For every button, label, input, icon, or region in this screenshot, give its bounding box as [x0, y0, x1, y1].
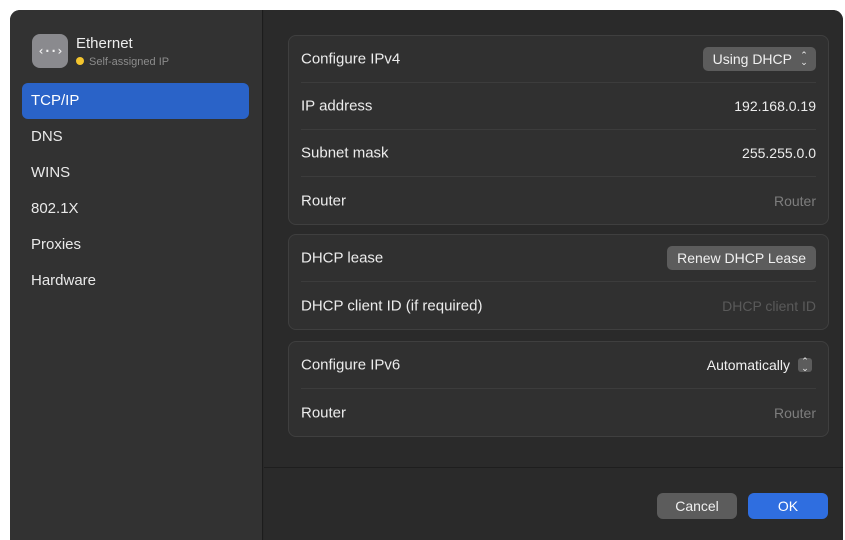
subnet-mask-row: Subnet mask 255.255.0.0 [301, 130, 816, 177]
ipv6-group: Configure IPv6 Automatically ⌃ ⌄ Router [288, 341, 829, 437]
ipv4-group: Configure IPv4 Using DHCP ⌃ ⌄ IP address … [288, 35, 829, 225]
network-title: Ethernet [76, 35, 133, 52]
ok-button[interactable]: OK [748, 493, 828, 519]
dhcp-group: DHCP lease Renew DHCP Lease DHCP client … [288, 234, 829, 330]
sidebar-item-hardware[interactable]: Hardware [22, 263, 249, 299]
network-settings-window: ‹··› Ethernet Self-assigned IP TCP/IP DN… [10, 10, 843, 540]
dhcp-client-id-field[interactable] [576, 297, 816, 314]
subnet-mask-label: Subnet mask [301, 144, 389, 162]
ipv6-router-field[interactable] [576, 404, 816, 421]
network-status-text: Self-assigned IP [89, 56, 170, 68]
configure-ipv4-row: Configure IPv4 Using DHCP ⌃ ⌄ [301, 36, 816, 83]
ip-address-label: IP address [301, 97, 373, 115]
ethernet-icon: ‹··› [32, 34, 68, 68]
ipv4-router-label: Router [301, 192, 347, 209]
sidebar-item-tcpip[interactable]: TCP/IP [22, 83, 249, 119]
network-status: Self-assigned IP [76, 56, 169, 68]
footer-divider [264, 467, 843, 468]
sidebar-item-proxies[interactable]: Proxies [22, 227, 249, 263]
chevron-updown-icon: ⌃ ⌄ [798, 357, 812, 373]
status-dot-icon [76, 57, 84, 65]
sidebar-item-8021x[interactable]: 802.1X [22, 191, 249, 227]
configure-ipv6-row: Configure IPv6 Automatically ⌃ ⌄ [301, 342, 816, 389]
renew-dhcp-lease-button[interactable]: Renew DHCP Lease [667, 246, 816, 270]
configure-ipv6-label: Configure IPv6 [301, 356, 401, 374]
ip-address-value: 192.168.0.19 [734, 98, 816, 114]
main-panel: Configure IPv4 Using DHCP ⌃ ⌄ IP address … [264, 10, 843, 540]
configure-ipv4-label: Configure IPv4 [301, 50, 401, 68]
dhcp-lease-label: DHCP lease [301, 249, 384, 267]
chevron-updown-icon: ⌃ ⌄ [800, 50, 808, 67]
configure-ipv6-value: Automatically [706, 357, 790, 373]
sidebar: ‹··› Ethernet Self-assigned IP TCP/IP DN… [10, 10, 263, 540]
ipv6-router-label: Router [301, 404, 347, 421]
ipv4-router-field[interactable] [576, 192, 816, 209]
sidebar-item-wins[interactable]: WINS [22, 155, 249, 191]
ipv6-router-row: Router [301, 389, 816, 436]
dhcp-lease-row: DHCP lease Renew DHCP Lease [301, 235, 816, 282]
ipv4-router-row: Router [301, 177, 816, 224]
subnet-mask-value: 255.255.0.0 [742, 145, 816, 161]
cancel-button[interactable]: Cancel [657, 493, 737, 519]
configure-ipv6-popup[interactable]: Automatically ⌃ ⌄ [707, 353, 816, 377]
ip-address-row: IP address 192.168.0.19 [301, 83, 816, 130]
sidebar-item-dns[interactable]: DNS [22, 119, 249, 155]
sidebar-nav: TCP/IP DNS WINS 802.1X Proxies Hardware [22, 83, 249, 299]
dhcp-client-id-row: DHCP client ID (if required) [301, 282, 816, 329]
configure-ipv4-popup[interactable]: Using DHCP ⌃ ⌄ [702, 47, 816, 71]
dhcp-client-id-label: DHCP client ID (if required) [301, 297, 483, 314]
configure-ipv4-value: Using DHCP [712, 51, 792, 67]
